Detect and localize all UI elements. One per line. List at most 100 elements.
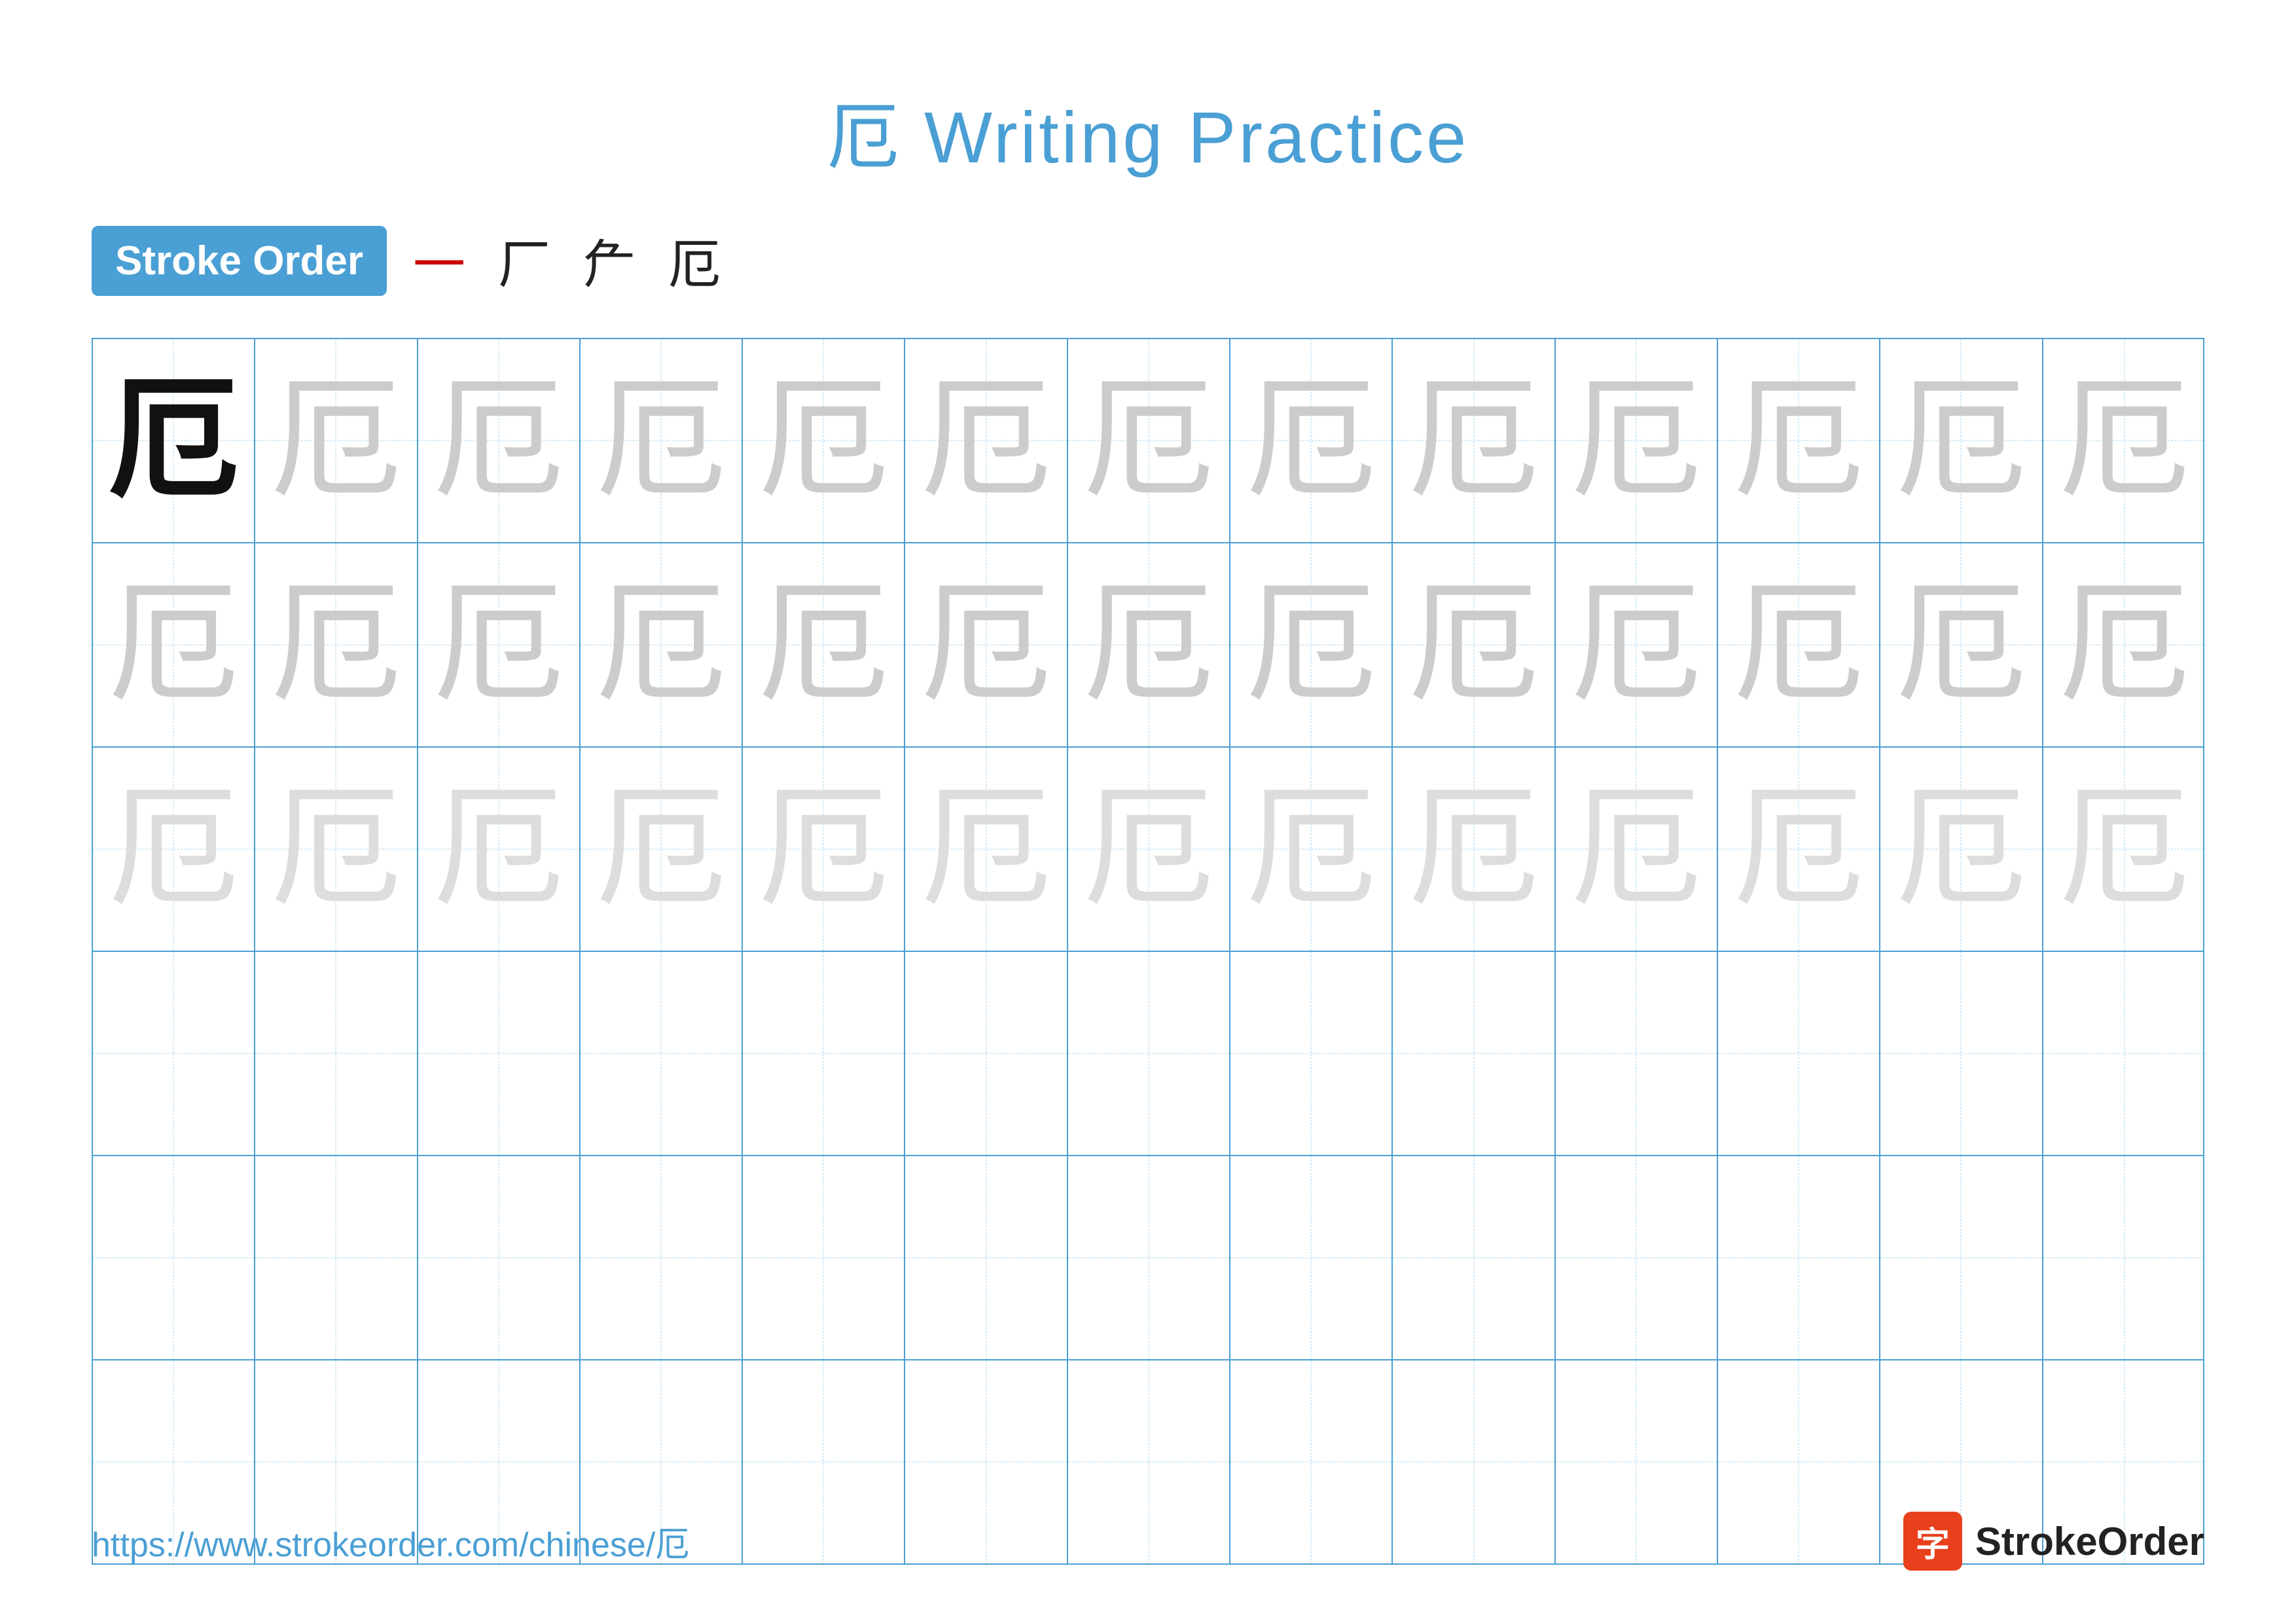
grid-cell-2-12[interactable]: 厄: [1880, 543, 2043, 746]
grid-cell-2-4[interactable]: 厄: [581, 543, 743, 746]
grid-cell-2-1[interactable]: 厄: [93, 543, 255, 746]
grid-cell-4-8[interactable]: [1230, 952, 1393, 1155]
grid-cell-2-8[interactable]: 厄: [1230, 543, 1393, 746]
grid-cell-1-2[interactable]: 厄: [255, 339, 418, 542]
practice-grid: 厄 厄 厄 厄 厄 厄 厄 厄 厄 厄 厄 厄: [92, 338, 2204, 1565]
grid-cell-3-5[interactable]: 厄: [743, 748, 905, 951]
grid-cell-5-2[interactable]: [255, 1156, 418, 1359]
grid-cell-3-2[interactable]: 厄: [255, 748, 418, 951]
grid-cell-1-11[interactable]: 厄: [1718, 339, 1880, 542]
grid-cell-1-3[interactable]: 厄: [418, 339, 581, 542]
char-guide: 厄: [1408, 784, 1539, 915]
grid-cell-5-10[interactable]: [1556, 1156, 1718, 1359]
grid-cell-1-5[interactable]: 厄: [743, 339, 905, 542]
grid-cell-1-8[interactable]: 厄: [1230, 339, 1393, 542]
footer-logo: 字 StrokeOrder: [1903, 1512, 2204, 1571]
grid-cell-3-6[interactable]: 厄: [905, 748, 1067, 951]
char-guide: 厄: [1246, 375, 1376, 506]
grid-cell-4-13[interactable]: [2043, 952, 2206, 1155]
grid-cell-5-7[interactable]: [1068, 1156, 1230, 1359]
grid-cell-4-1[interactable]: [93, 952, 255, 1155]
grid-cell-4-7[interactable]: [1068, 952, 1230, 1155]
grid-cell-1-7[interactable]: 厄: [1068, 339, 1230, 542]
grid-cell-3-13[interactable]: 厄: [2043, 748, 2206, 951]
grid-cell-2-3[interactable]: 厄: [418, 543, 581, 746]
grid-cell-4-11[interactable]: [1718, 952, 1880, 1155]
grid-cell-3-9[interactable]: 厄: [1393, 748, 1555, 951]
grid-cell-2-5[interactable]: 厄: [743, 543, 905, 746]
grid-cell-1-9[interactable]: 厄: [1393, 339, 1555, 542]
grid-cell-3-7[interactable]: 厄: [1068, 748, 1230, 951]
logo-text: StrokeOrder: [1975, 1519, 2204, 1564]
grid-cell-3-11[interactable]: 厄: [1718, 748, 1880, 951]
grid-cell-1-10[interactable]: 厄: [1556, 339, 1718, 542]
grid-cell-1-13[interactable]: 厄: [2043, 339, 2206, 542]
grid-cell-3-3[interactable]: 厄: [418, 748, 581, 951]
grid-cell-2-13[interactable]: 厄: [2043, 543, 2206, 746]
stroke-order-strokes: 一 厂 厃 厄: [413, 223, 721, 299]
char-guide: 厄: [1083, 375, 1214, 506]
char-guide: 厄: [1083, 784, 1214, 915]
char-guide: 厄: [1408, 579, 1539, 710]
grid-cell-5-8[interactable]: [1230, 1156, 1393, 1359]
grid-cell-2-2[interactable]: 厄: [255, 543, 418, 746]
grid-cell-4-10[interactable]: [1556, 952, 1718, 1155]
stroke-order-badge: Stroke Order: [92, 226, 387, 296]
grid-cell-1-6[interactable]: 厄: [905, 339, 1067, 542]
char-guide: 厄: [2059, 784, 2190, 915]
grid-cell-5-9[interactable]: [1393, 1156, 1555, 1359]
logo-char: 字: [1916, 1517, 1950, 1566]
grid-cell-1-1[interactable]: 厄: [93, 339, 255, 542]
grid-cell-1-12[interactable]: 厄: [1880, 339, 2043, 542]
char-guide: 厄: [1733, 375, 1864, 506]
grid-cell-5-4[interactable]: [581, 1156, 743, 1359]
char-guide: 厄: [270, 579, 401, 710]
grid-cell-5-3[interactable]: [418, 1156, 581, 1359]
grid-cell-2-9[interactable]: 厄: [1393, 543, 1555, 746]
grid-cell-3-10[interactable]: 厄: [1556, 748, 1718, 951]
char-guide: 厄: [921, 784, 1052, 915]
stroke-3: 厃: [583, 223, 636, 299]
footer-url[interactable]: https://www.strokeorder.com/chinese/厄: [92, 1517, 689, 1566]
grid-cell-3-8[interactable]: 厄: [1230, 748, 1393, 951]
grid-row-3: 厄 厄 厄 厄 厄 厄 厄 厄 厄 厄 厄 厄: [93, 748, 2203, 952]
char-guide: 厄: [1895, 579, 2026, 710]
grid-cell-3-1[interactable]: 厄: [93, 748, 255, 951]
grid-cell-5-1[interactable]: [93, 1156, 255, 1359]
grid-cell-4-3[interactable]: [418, 952, 581, 1155]
grid-cell-4-9[interactable]: [1393, 952, 1555, 1155]
grid-cell-2-11[interactable]: 厄: [1718, 543, 1880, 746]
grid-cell-4-2[interactable]: [255, 952, 418, 1155]
char-guide: 厄: [1733, 579, 1864, 710]
char-guide: 厄: [433, 784, 564, 915]
char-guide: 厄: [596, 375, 726, 506]
stroke-order-section: Stroke Order 一 厂 厃 厄: [0, 223, 2296, 299]
grid-cell-5-12[interactable]: [1880, 1156, 2043, 1359]
grid-row-4: [93, 952, 2203, 1156]
grid-cell-3-12[interactable]: 厄: [1880, 748, 2043, 951]
grid-cell-4-5[interactable]: [743, 952, 905, 1155]
char-guide: 厄: [270, 784, 401, 915]
grid-row-5: [93, 1156, 2203, 1360]
char-guide: 厄: [1083, 579, 1214, 710]
grid-cell-4-6[interactable]: [905, 952, 1067, 1155]
grid-cell-5-13[interactable]: [2043, 1156, 2206, 1359]
char-guide: 厄: [758, 784, 889, 915]
stroke-2: 厂: [498, 223, 550, 299]
grid-cell-1-4[interactable]: 厄: [581, 339, 743, 542]
grid-cell-2-10[interactable]: 厄: [1556, 543, 1718, 746]
stroke-1: 一: [413, 223, 465, 299]
grid-cell-2-6[interactable]: 厄: [905, 543, 1067, 746]
grid-row-2: 厄 厄 厄 厄 厄 厄 厄 厄 厄 厄 厄 厄: [93, 543, 2203, 748]
grid-cell-5-11[interactable]: [1718, 1156, 1880, 1359]
grid-cell-3-4[interactable]: 厄: [581, 748, 743, 951]
char-guide: 厄: [2059, 579, 2190, 710]
grid-cell-2-7[interactable]: 厄: [1068, 543, 1230, 746]
grid-cell-5-6[interactable]: [905, 1156, 1067, 1359]
grid-cell-4-4[interactable]: [581, 952, 743, 1155]
char-guide: 厄: [921, 375, 1052, 506]
logo-icon: 字: [1903, 1512, 1962, 1571]
char-guide: 厄: [1571, 375, 1702, 506]
grid-cell-4-12[interactable]: [1880, 952, 2043, 1155]
grid-cell-5-5[interactable]: [743, 1156, 905, 1359]
